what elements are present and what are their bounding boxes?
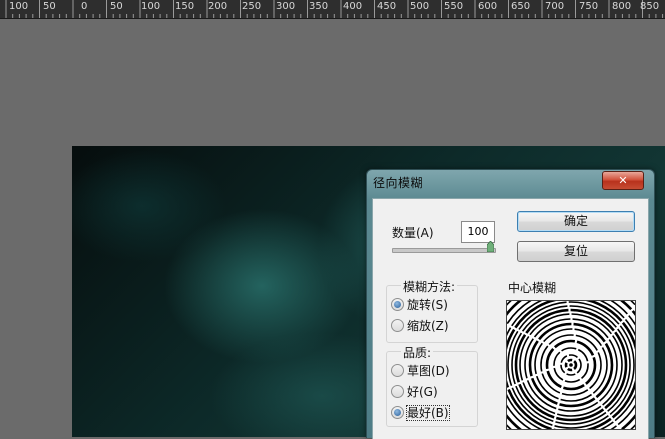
blur-center-preview[interactable] bbox=[506, 300, 636, 430]
reset-button[interactable]: 复位 bbox=[517, 241, 635, 262]
radio-label: 草图(D) bbox=[407, 364, 450, 378]
radio-spin[interactable]: 旋转(S) bbox=[391, 296, 448, 312]
quality-group: 品质: 草图(D) 好(G) 最好(B) bbox=[386, 344, 478, 427]
horizontal-ruler: 100 50 0 50 100 150 200 250 300 350 400 … bbox=[0, 0, 665, 19]
ruler-label: 650 bbox=[511, 1, 531, 12]
ruler-label: 150 bbox=[175, 1, 195, 12]
ruler-label: 800 bbox=[612, 1, 632, 12]
ruler-label: 600 bbox=[478, 1, 498, 12]
ruler-label: 50 bbox=[110, 1, 123, 12]
ruler-label: 750 bbox=[579, 1, 599, 12]
radio-good[interactable]: 好(G) bbox=[391, 383, 438, 399]
radio-icon[interactable] bbox=[391, 364, 404, 377]
ruler-label: 350 bbox=[309, 1, 329, 12]
ruler-label: 50 bbox=[43, 1, 56, 12]
ruler-label: 100 bbox=[141, 1, 161, 12]
slider-thumb-icon[interactable] bbox=[487, 241, 494, 252]
radial-blur-dialog: 径向模糊 ✕ 数量(A) 100 确定 复位 模糊方法: 旋转(S) 缩放(Z)… bbox=[366, 169, 655, 439]
quality-title: 品质: bbox=[401, 344, 434, 361]
radio-label: 最好(B) bbox=[406, 405, 450, 421]
ruler-label: 200 bbox=[208, 1, 228, 12]
radio-label: 旋转(S) bbox=[407, 298, 448, 312]
blur-method-title: 模糊方法: bbox=[401, 278, 458, 295]
close-button[interactable]: ✕ bbox=[602, 171, 644, 190]
radio-label: 缩放(Z) bbox=[407, 319, 449, 333]
amount-input[interactable]: 100 bbox=[461, 221, 495, 243]
dialog-client: 数量(A) 100 确定 复位 模糊方法: 旋转(S) 缩放(Z) 品质: 草图… bbox=[372, 198, 649, 439]
ruler-label: 0 bbox=[81, 1, 88, 12]
radio-label: 好(G) bbox=[407, 385, 438, 399]
radio-icon[interactable] bbox=[391, 406, 404, 419]
close-icon: ✕ bbox=[618, 174, 628, 187]
ok-button[interactable]: 确定 bbox=[517, 211, 635, 232]
ruler-label: 300 bbox=[276, 1, 296, 12]
dialog-title: 径向模糊 bbox=[373, 176, 424, 190]
radio-icon[interactable] bbox=[391, 319, 404, 332]
radio-icon[interactable] bbox=[391, 385, 404, 398]
radio-icon[interactable] bbox=[391, 298, 404, 311]
ruler-label: 400 bbox=[343, 1, 363, 12]
amount-label: 数量(A) bbox=[392, 226, 434, 240]
ruler-label: 850 bbox=[640, 1, 660, 12]
radio-zoom[interactable]: 缩放(Z) bbox=[391, 317, 449, 333]
radio-best[interactable]: 最好(B) bbox=[391, 404, 450, 421]
ruler-label: 100 bbox=[9, 1, 29, 12]
radio-draft[interactable]: 草图(D) bbox=[391, 362, 450, 378]
ruler-label: 550 bbox=[444, 1, 464, 12]
blur-center-label: 中心模糊 bbox=[508, 281, 557, 295]
blur-center-rings bbox=[507, 301, 635, 429]
ruler-label: 700 bbox=[545, 1, 565, 12]
ruler-label: 450 bbox=[377, 1, 397, 12]
ruler-label: 250 bbox=[242, 1, 262, 12]
ruler-ticks bbox=[5, 0, 664, 18]
blur-method-group: 模糊方法: 旋转(S) 缩放(Z) bbox=[386, 278, 478, 343]
ruler-label: 500 bbox=[410, 1, 430, 12]
amount-slider[interactable] bbox=[392, 248, 496, 253]
